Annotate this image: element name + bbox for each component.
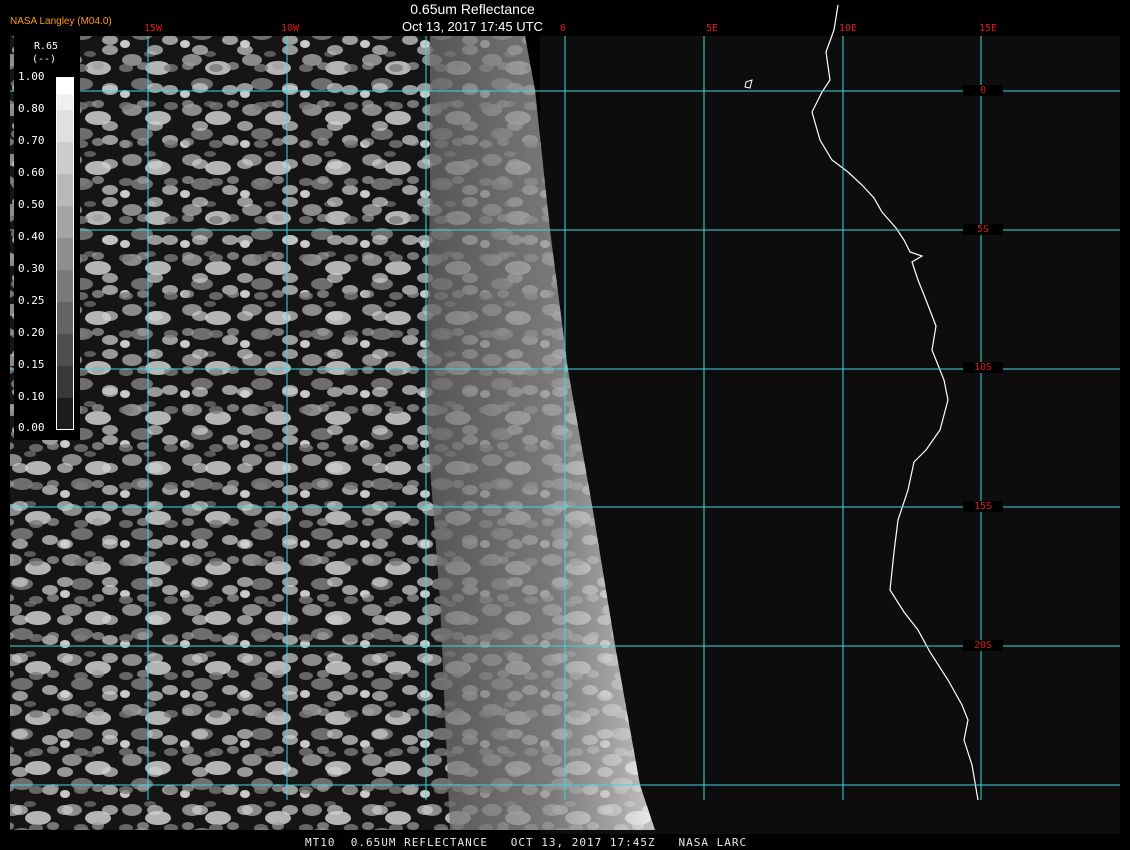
image-title: 0.65um Reflectance	[410, 1, 535, 17]
legend-tick: 0.20	[18, 326, 45, 339]
grayscale-colorbar	[56, 77, 74, 430]
legend-tick: 0.30	[18, 262, 45, 275]
legend-tick: 0.80	[18, 102, 45, 115]
legend-tick: 0.50	[18, 198, 45, 211]
satellite-image-viewer: 0.65um Reflectance Oct 13, 2017 17:45 UT…	[0, 0, 1130, 850]
legend-variable: R.65	[34, 41, 59, 52]
image-timestamp: Oct 13, 2017 17:45 UTC	[402, 19, 543, 34]
legend-tick: 0.70	[18, 134, 45, 147]
lon-label-10w: 10W	[280, 23, 300, 34]
legend-tick: 0.25	[18, 294, 45, 307]
lon-label-15w: 15W	[143, 23, 163, 34]
lat-label-20s: 20S	[963, 640, 1003, 651]
lat-label-15s: 15S	[963, 501, 1003, 512]
brand-label: NASA Langley (M04.0)	[10, 16, 112, 27]
legend-tick: 0.15	[18, 358, 45, 371]
lon-label-5e: 5E	[705, 23, 719, 34]
legend-tick: 0.00	[18, 421, 45, 434]
lon-label-10e: 10E	[838, 23, 858, 34]
legend-unit: (--)	[32, 54, 57, 65]
reflectance-map	[0, 0, 1130, 850]
lon-label-0: 0	[559, 23, 567, 34]
footer-caption: MT10 0.65UM REFLECTANCE OCT 13, 2017 17:…	[305, 836, 748, 849]
lat-label-5s: 5S	[963, 224, 1003, 235]
lat-label-0: 0	[963, 85, 1003, 96]
lon-label-15e: 15E	[978, 23, 998, 34]
legend-tick: 0.10	[18, 390, 45, 403]
legend-tick: 1.00	[18, 70, 45, 83]
lat-label-10s: 10S	[963, 362, 1003, 373]
legend-tick: 0.40	[18, 230, 45, 243]
legend-tick: 0.60	[18, 166, 45, 179]
